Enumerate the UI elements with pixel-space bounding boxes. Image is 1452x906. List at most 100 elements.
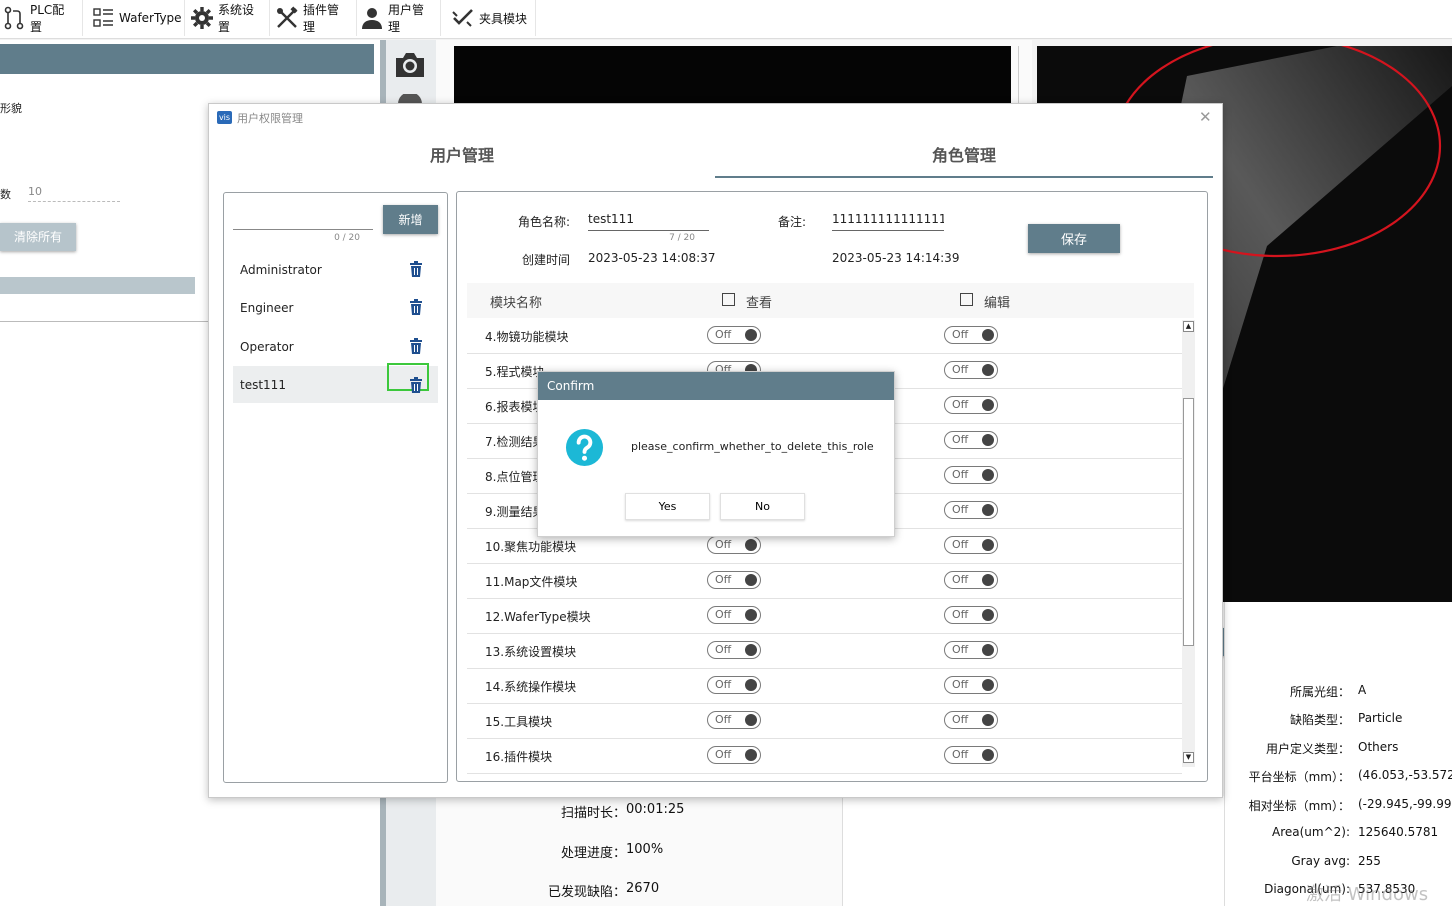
row-divider	[467, 703, 1182, 704]
close-icon[interactable]: ✕	[1199, 108, 1212, 126]
view-toggle[interactable]: Off	[707, 676, 761, 694]
tab-user-management[interactable]: 用户管理	[209, 140, 715, 178]
view-toggle[interactable]: Off	[707, 641, 761, 659]
role-item-label: Engineer	[240, 301, 294, 315]
edit-toggle[interactable]: Off	[944, 711, 998, 729]
left-label-count: 数	[0, 188, 11, 201]
toggle-label: Off	[715, 573, 732, 586]
delete-engineer-icon[interactable]	[408, 299, 424, 315]
clear-all-button[interactable]: 清除所有	[0, 223, 76, 251]
camera-icon[interactable]	[392, 48, 428, 82]
confirm-no-button[interactable]: No	[720, 493, 805, 520]
delete-test111-focus-highlight[interactable]	[387, 363, 429, 393]
col-edit: 编辑	[984, 296, 1011, 311]
edit-toggle[interactable]: Off	[944, 641, 998, 659]
view-toggle[interactable]: Off	[707, 746, 761, 764]
save-button[interactable]: 保存	[1028, 224, 1120, 253]
role-item-label: Administrator	[240, 263, 322, 277]
info-label-group: 所属光组：	[1289, 685, 1350, 699]
view-toggle[interactable]: Off	[707, 711, 761, 729]
role-name-input[interactable]: test111	[588, 212, 709, 231]
toolbar-system-settings[interactable]: 系统设置	[188, 0, 270, 36]
row-divider	[467, 668, 1182, 669]
edit-toggle[interactable]: Off	[944, 361, 998, 379]
view-toggle[interactable]: Off	[707, 571, 761, 589]
left-count-input[interactable]: 10	[28, 185, 120, 202]
row-divider	[467, 738, 1182, 739]
edit-all-checkbox[interactable]	[960, 293, 973, 306]
toggle-knob	[745, 714, 757, 726]
view-toggle[interactable]: Off	[707, 536, 761, 554]
user-icon	[362, 8, 382, 29]
toolbar-user-manager[interactable]: 用户管理	[358, 0, 441, 36]
toolbar-label: 用户管理	[388, 3, 425, 34]
edit-toggle[interactable]: Off	[944, 606, 998, 624]
fixture-icon	[452, 9, 473, 27]
delete-administrator-icon[interactable]	[408, 261, 424, 277]
info-value-user-type: Others	[1358, 740, 1399, 754]
view-toggle[interactable]: Off	[707, 606, 761, 624]
confirm-title: Confirm	[547, 379, 595, 393]
row-divider	[467, 633, 1182, 634]
scroll-down-arrow-icon[interactable]: ▼	[1183, 752, 1194, 763]
module-name: 5.程式模块	[485, 365, 545, 379]
permission-table-header	[467, 283, 1194, 318]
toolbar-plugin-manager[interactable]: 插件管理	[273, 0, 357, 36]
toggle-label: Off	[952, 538, 969, 551]
toolbar-plc-config[interactable]: PLC配置	[0, 0, 83, 36]
toggle-knob	[745, 644, 757, 656]
module-name: 16.插件模块	[485, 750, 553, 764]
delete-test111-icon[interactable]	[408, 377, 424, 393]
stat-label-progress: 处理进度：	[560, 846, 626, 861]
toggle-label: Off	[952, 503, 969, 516]
toggle-label: Off	[952, 678, 969, 691]
module-name: 12.WaferType模块	[485, 610, 591, 624]
scroll-up-arrow-icon[interactable]: ▲	[1183, 321, 1194, 332]
delete-operator-icon[interactable]	[408, 338, 424, 354]
edit-toggle[interactable]: Off	[944, 536, 998, 554]
edit-toggle[interactable]: Off	[944, 326, 998, 344]
edit-toggle[interactable]: Off	[944, 746, 998, 764]
edit-toggle[interactable]: Off	[944, 571, 998, 589]
tools-icon	[277, 6, 298, 28]
scroll-thumb[interactable]	[1183, 398, 1194, 646]
tab-role-management[interactable]: 角色管理	[715, 140, 1213, 178]
toggle-label: Off	[715, 678, 732, 691]
edit-toggle[interactable]: Off	[944, 501, 998, 519]
toolbar-wafertype[interactable]: WaferType	[89, 0, 185, 36]
toggle-knob	[982, 329, 994, 341]
module-name: 8.点位管理	[485, 470, 545, 484]
left-label-top: 形貌	[0, 102, 22, 115]
toggle-knob	[745, 574, 757, 586]
created-time-value: 2023-05-23 14:08:37	[588, 251, 716, 265]
view-all-checkbox[interactable]	[722, 293, 735, 306]
info-value-gray-avg: 255	[1358, 854, 1381, 868]
info-label-type: 缺陷类型：	[1289, 713, 1350, 727]
toggle-label: Off	[715, 713, 732, 726]
toggle-label: Off	[952, 468, 969, 481]
view-toggle[interactable]: Off	[707, 326, 761, 344]
updated-time-value: 2023-05-23 14:14:39	[832, 251, 960, 265]
toggle-label: Off	[952, 328, 969, 341]
left-panel-header	[0, 44, 374, 74]
remark-input[interactable]: 11111111111111111	[832, 212, 944, 231]
edit-toggle[interactable]: Off	[944, 431, 998, 449]
edit-toggle[interactable]: Off	[944, 676, 998, 694]
info-value-type: Particle	[1358, 711, 1403, 725]
add-role-button[interactable]: 新增	[383, 205, 438, 234]
confirm-dialog: Confirm please_confirm_whether_to_delete…	[537, 371, 895, 537]
toggle-label: Off	[715, 538, 732, 551]
toggle-label: Off	[952, 608, 969, 621]
confirm-yes-button[interactable]: Yes	[625, 493, 710, 520]
info-value-relative-coord: (-29.945,-99.993	[1358, 797, 1452, 811]
stat-label-scan-time: 扫描时长：	[560, 806, 626, 821]
toggle-knob	[745, 329, 757, 341]
role-search-input[interactable]	[233, 211, 373, 230]
toggle-knob	[982, 609, 994, 621]
map-panel	[842, 796, 1225, 906]
module-name: 6.报表模块	[485, 400, 545, 414]
toolbar-fixture-module[interactable]: 夹具模块	[449, 0, 536, 36]
edit-toggle[interactable]: Off	[944, 396, 998, 414]
toggle-label: Off	[952, 573, 969, 586]
edit-toggle[interactable]: Off	[944, 466, 998, 484]
